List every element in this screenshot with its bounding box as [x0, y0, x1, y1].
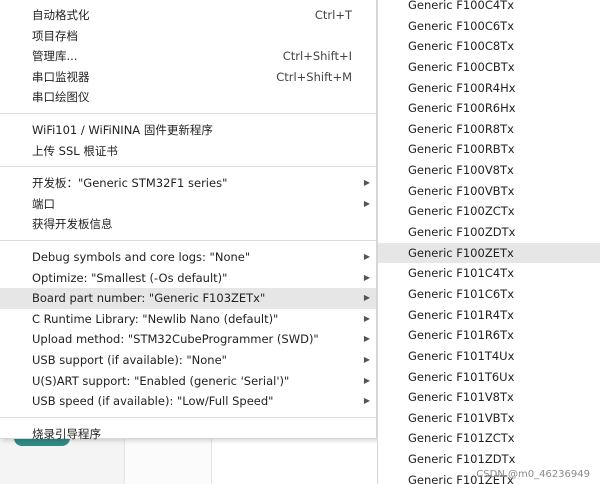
board-option[interactable]: Generic F100V8Tx — [378, 160, 600, 181]
board-option[interactable]: Generic F100C6Tx — [378, 16, 600, 37]
submenu-arrow-icon: ▶ — [363, 272, 370, 282]
board-option[interactable]: Generic F100R6Hx — [378, 98, 600, 119]
menu-item[interactable]: 获得开发板信息 — [0, 214, 376, 235]
board-option[interactable]: Generic F100C8Tx — [378, 36, 600, 57]
board-option[interactable]: Generic F101ZDTx — [378, 449, 600, 470]
menu-item-label: USB support (if available): "None" — [32, 352, 227, 367]
submenu-arrow-icon: ▶ — [363, 251, 370, 261]
board-option[interactable]: Generic F100VBTx — [378, 181, 600, 202]
menu-item-shortcut: Ctrl+Shift+I — [282, 49, 352, 64]
menu-item-label: 获得开发板信息 — [32, 217, 113, 232]
menu-item[interactable]: Upload method: "STM32CubeProgrammer (SWD… — [0, 329, 376, 350]
board-option[interactable]: Generic F100ZETx — [378, 242, 600, 264]
submenu-arrow-icon: ▶ — [363, 396, 370, 406]
menu-item-label: 串口绘图仪 — [32, 90, 90, 105]
board-option[interactable]: Generic F101ZCTx — [378, 428, 600, 449]
menu-item[interactable]: 管理库... Ctrl+Shift+I — [0, 46, 376, 67]
board-part-number-submenu: Generic F100C4Tx Generic F100C6Tx Generic … — [377, 0, 600, 484]
submenu-arrow-icon: ▶ — [363, 354, 370, 364]
menu-item-shortcut: Ctrl+T — [314, 8, 352, 22]
menu-item[interactable]: Optimize: "Smallest (-Os default)" ▶ — [0, 268, 376, 289]
menu-item-label: U(S)ART support: "Enabled (generic 'Seri… — [32, 373, 290, 388]
menu-item[interactable]: 烧录引导程序 — [0, 424, 376, 445]
menu-item[interactable]: 开发板："Generic STM32F1 series" ▶ — [0, 173, 376, 194]
board-option[interactable]: Generic F101V8Tx — [378, 387, 600, 408]
menu-item-label: 项目存档 — [32, 28, 78, 43]
menu-item[interactable]: C Runtime Library: "Newlib Nano (default… — [0, 309, 376, 330]
board-option[interactable]: Generic F100CBTx — [378, 57, 600, 78]
menu-item[interactable]: 端口 ▶ — [0, 194, 376, 215]
tools-menu: 自动格式化 Ctrl+T 项目存档管理库... Ctrl+Shift+I 串口监视器 Ct… — [0, 0, 377, 441]
board-option[interactable]: Generic F100C4Tx — [378, 0, 600, 16]
menu-item[interactable]: 串口绘图仪 — [0, 87, 376, 108]
menu-item-label: 串口监视器 — [32, 69, 90, 84]
menu-item[interactable]: U(S)ART support: "Enabled (generic 'Seri… — [0, 371, 376, 392]
menu-item[interactable]: WiFi101 / WiFiNINA 固件更新程序 — [0, 120, 376, 141]
watermark: CSDN @m0_46236949 — [476, 469, 590, 480]
submenu-arrow-icon: ▶ — [363, 334, 370, 344]
menu-item[interactable]: 项目存档 — [0, 26, 376, 47]
board-option[interactable]: Generic F100R4Hx — [378, 78, 600, 99]
menu-item-shortcut: Ctrl+Shift+M — [276, 69, 352, 84]
submenu-arrow-icon: ▶ — [363, 178, 370, 188]
menu-item-label: Upload method: "STM32CubeProgrammer (SWD… — [32, 332, 319, 347]
menu-item[interactable]: USB support (if available): "None" ▶ — [0, 350, 376, 371]
board-option[interactable]: Generic F101T4Ux — [378, 346, 600, 367]
submenu-arrow-icon: ▶ — [363, 313, 370, 323]
board-option[interactable]: Generic F101T6Ux — [378, 367, 600, 388]
menu-item[interactable]: 自动格式化 Ctrl+T — [0, 5, 376, 26]
board-option[interactable]: Generic F100ZDTx — [378, 222, 600, 243]
menu-item[interactable]: Board part number: "Generic F103ZETx" ▶ — [0, 288, 376, 309]
menu-item-label: 管理库... — [32, 49, 78, 64]
menu-separator — [0, 112, 376, 114]
board-option[interactable]: Generic F101R4Tx — [378, 305, 600, 326]
menu-separator — [0, 239, 376, 241]
menu-item[interactable]: USB speed (if available): "Low/Full Spee… — [0, 391, 376, 412]
submenu-arrow-icon: ▶ — [363, 198, 370, 208]
menu-item[interactable]: Debug symbols and core logs: "None" ▶ — [0, 247, 376, 268]
board-option[interactable]: Generic F101VBTx — [378, 408, 600, 429]
submenu-arrow-icon: ▶ — [363, 375, 370, 385]
menu-item[interactable]: 上传 SSL 根证书 — [0, 141, 376, 162]
menu-item-label: 自动格式化 — [32, 8, 90, 22]
menu-item-label: 烧录引导程序 — [32, 426, 101, 441]
board-option[interactable]: Generic F101C4Tx — [378, 263, 600, 284]
menu-separator — [0, 416, 376, 418]
menu-separator — [0, 166, 376, 168]
menu-item-label: 开发板："Generic STM32F1 series" — [32, 176, 228, 191]
board-option[interactable]: Generic F100ZCTx — [378, 201, 600, 222]
board-option[interactable]: Generic F101R6Tx — [378, 325, 600, 346]
menu-item-label: Debug symbols and core logs: "None" — [32, 249, 251, 264]
menu-item-label: USB speed (if available): "Low/Full Spee… — [32, 394, 274, 409]
board-option[interactable]: Generic F101C6Tx — [378, 284, 600, 305]
board-option[interactable]: Generic F100R8Tx — [378, 119, 600, 140]
menu-item-label: Board part number: "Generic F103ZETx" — [32, 291, 266, 306]
menu-item-label: C Runtime Library: "Newlib Nano (default… — [32, 311, 279, 326]
menu-item-label: Optimize: "Smallest (-Os default)" — [32, 270, 228, 285]
menu-item-label: WiFi101 / WiFiNINA 固件更新程序 — [32, 122, 213, 137]
submenu-arrow-icon: ▶ — [363, 293, 370, 303]
menu-item[interactable]: 串口监视器 Ctrl+Shift+M — [0, 67, 376, 88]
menu-item-label: 端口 — [32, 196, 55, 211]
board-option[interactable]: Generic F100RBTx — [378, 139, 600, 160]
menu-item-label: 上传 SSL 根证书 — [32, 143, 118, 158]
